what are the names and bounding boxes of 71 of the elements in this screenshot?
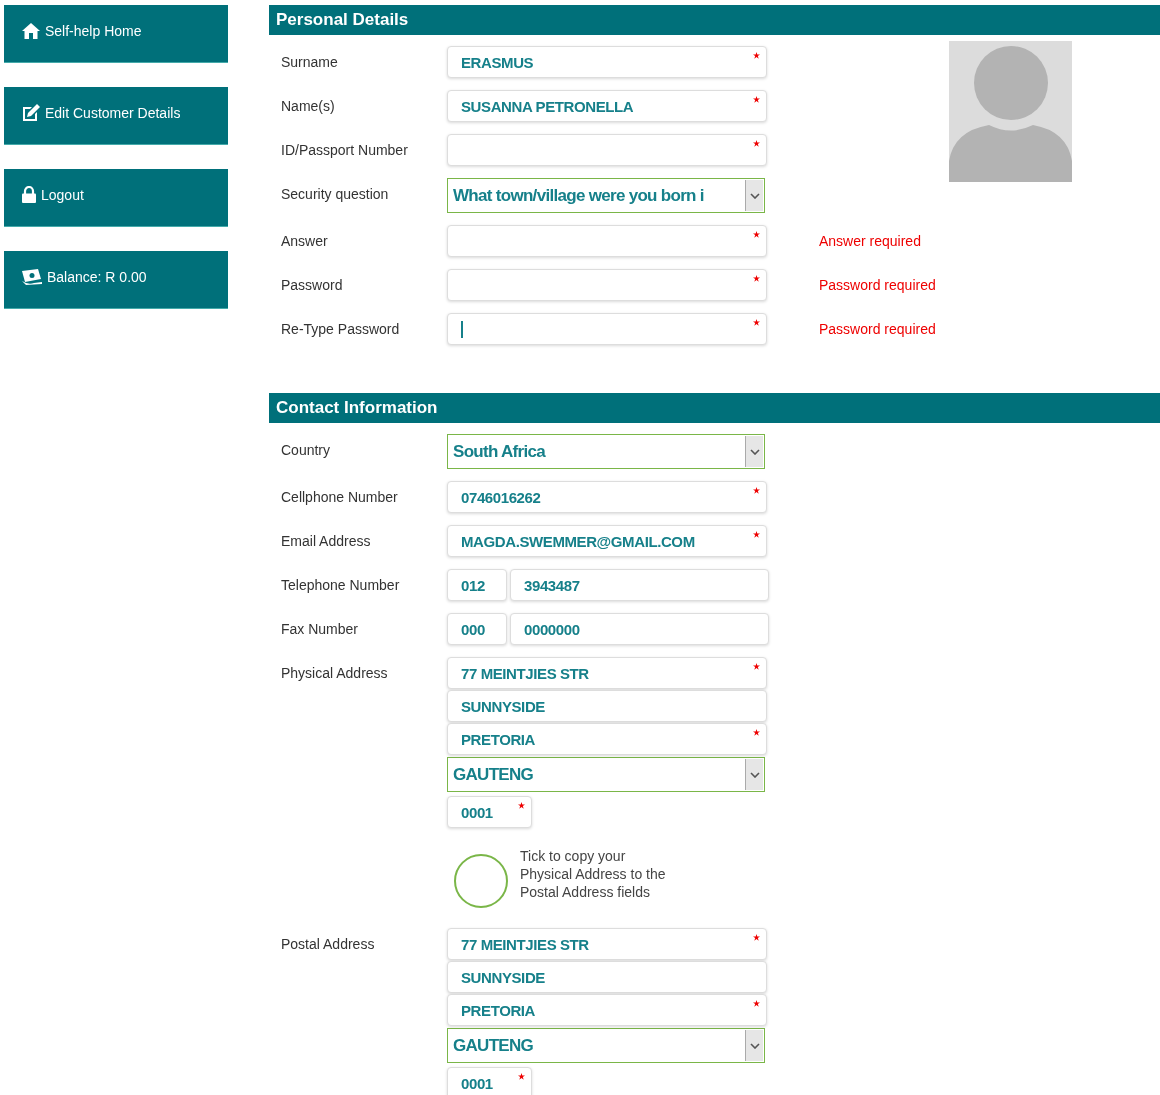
edit-icon: [22, 103, 40, 122]
dropdown[interactable]: GAUTENG: [447, 757, 765, 792]
input-field[interactable]: SUNNYSIDE: [447, 690, 767, 722]
input-field[interactable]: PRETORIA: [447, 994, 767, 1026]
required-icon: [753, 934, 760, 941]
sidebar-button[interactable]: Edit Customer Details: [4, 87, 228, 145]
input-field[interactable]: MAGDA.SWEMMER@GMAIL.COM: [447, 525, 767, 557]
input-field[interactable]: 0000000: [510, 613, 769, 645]
field-label: Answer: [281, 233, 328, 249]
input-field[interactable]: 3943487: [510, 569, 769, 601]
required-icon: [518, 802, 525, 809]
dropdown[interactable]: What town/village were you born i: [447, 178, 765, 213]
checkbox-label: Tick to copy your Physical Address to the Postal Address fields: [520, 847, 667, 901]
input-field[interactable]: SUNNYSIDE: [447, 961, 767, 993]
required-icon: [753, 140, 760, 147]
section-header: Contact Information: [269, 393, 1160, 423]
field-label: Security question: [281, 186, 389, 202]
input-field[interactable]: 77 MEINTJIES STR: [447, 928, 767, 960]
input-field[interactable]: SUSANNA PETRONELLA: [447, 90, 767, 122]
input-field[interactable]: 77 MEINTJIES STR: [447, 657, 767, 689]
input-field[interactable]: 0001: [447, 796, 532, 828]
input-field[interactable]: 0001: [447, 1067, 532, 1095]
required-icon: [753, 231, 760, 238]
input-field[interactable]: [447, 134, 767, 166]
sidebar-button[interactable]: Self-help Home: [4, 5, 228, 63]
required-icon: [753, 1000, 760, 1007]
required-icon: [753, 487, 760, 494]
required-icon: [753, 729, 760, 736]
input-field[interactable]: [447, 269, 767, 301]
input-field[interactable]: 000: [447, 613, 507, 645]
dropdown[interactable]: GAUTENG: [447, 1028, 765, 1063]
caret-icon: [745, 436, 763, 467]
input-field[interactable]: 012: [447, 569, 507, 601]
field-label: ID/Passport Number: [281, 142, 408, 158]
sidebar-button[interactable]: Logout: [4, 169, 228, 227]
field-label: Postal Address: [281, 936, 375, 952]
caret-icon: [745, 1030, 763, 1061]
input-field[interactable]: [447, 313, 767, 345]
input-field[interactable]: PRETORIA: [447, 723, 767, 755]
lock-icon: [22, 186, 36, 203]
required-icon: [753, 96, 760, 103]
field-label: Cellphone Number: [281, 489, 398, 505]
error-message: Password required: [819, 321, 936, 337]
required-icon: [753, 52, 760, 59]
field-label: Name(s): [281, 98, 335, 114]
field-label: Physical Address: [281, 665, 388, 681]
field-label: Telephone Number: [281, 577, 400, 593]
sidebar-button[interactable]: Balance: R 0.00: [4, 251, 228, 309]
input-field[interactable]: ERASMUS: [447, 46, 767, 78]
money-icon: [22, 268, 42, 285]
home-icon: [22, 22, 40, 39]
input-field[interactable]: [447, 225, 767, 257]
checkbox[interactable]: [454, 854, 508, 908]
dropdown[interactable]: South Africa: [447, 434, 765, 469]
field-label: Email Address: [281, 533, 371, 549]
field-label: Country: [281, 442, 331, 458]
field-label: Surname: [281, 54, 338, 70]
caret-icon: [745, 180, 763, 211]
required-icon: [753, 319, 760, 326]
section-header: Personal Details: [269, 5, 1160, 35]
required-icon: [753, 275, 760, 282]
caret-icon: [745, 759, 763, 790]
field-label: Re-Type Password: [281, 321, 400, 337]
input-field[interactable]: 0746016262: [447, 481, 767, 513]
required-icon: [518, 1073, 525, 1080]
required-icon: [753, 663, 760, 670]
error-message: Password required: [819, 277, 936, 293]
error-message: Answer required: [819, 233, 921, 249]
field-label: Fax Number: [281, 621, 359, 637]
field-label: Password: [281, 277, 343, 293]
required-icon: [753, 531, 760, 538]
